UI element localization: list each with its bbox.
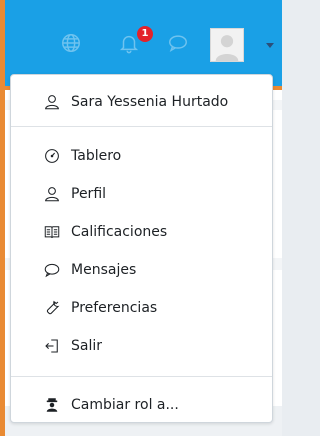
menu-user-name[interactable]: Sara Yessenia Hurtado	[11, 85, 272, 119]
menu-item-preferencias[interactable]: Preferencias	[11, 291, 272, 325]
menu-item-label: Preferencias	[71, 300, 158, 316]
menu-item-label: Salir	[71, 338, 103, 354]
menu-item-label: Perfil	[71, 186, 107, 202]
caret-down-icon[interactable]	[266, 43, 274, 48]
user-icon	[43, 185, 61, 203]
menu-divider	[11, 126, 272, 127]
avatar[interactable]	[210, 28, 244, 62]
menu-divider	[11, 376, 272, 377]
menu-item-label: Tablero	[71, 148, 122, 164]
menu-item-label: Mensajes	[71, 262, 137, 278]
user-name-label: Sara Yessenia Hurtado	[71, 94, 229, 110]
menu-item-salir[interactable]: Salir	[11, 329, 272, 363]
grades-icon	[43, 223, 61, 241]
notification-badge: 1	[137, 26, 153, 42]
menu-item-mensajes[interactable]: Mensajes	[11, 253, 272, 287]
role-icon	[43, 396, 61, 414]
user-menu-dropdown: Sara Yessenia Hurtado Tablero Perfil Cal…	[10, 74, 273, 423]
wrench-icon	[43, 299, 61, 317]
chat-icon[interactable]	[167, 32, 189, 54]
menu-item-calificaciones[interactable]: Calificaciones	[11, 215, 272, 249]
menu-item-tablero[interactable]: Tablero	[11, 139, 272, 173]
user-icon	[43, 93, 61, 111]
menu-item-label: Calificaciones	[71, 224, 168, 240]
dashboard-icon	[43, 147, 61, 165]
page: 1 Sara Yessenia Hurtado Tablero Perfil C…	[0, 0, 282, 436]
globe-icon[interactable]	[60, 32, 82, 54]
logout-icon	[43, 337, 61, 355]
menu-item-perfil[interactable]: Perfil	[11, 177, 272, 211]
user-silhouette-icon	[211, 29, 243, 61]
chat-icon	[43, 261, 61, 279]
menu-item-label: Cambiar rol a...	[71, 397, 179, 413]
menu-item-cambiar-rol[interactable]: Cambiar rol a...	[11, 388, 272, 422]
